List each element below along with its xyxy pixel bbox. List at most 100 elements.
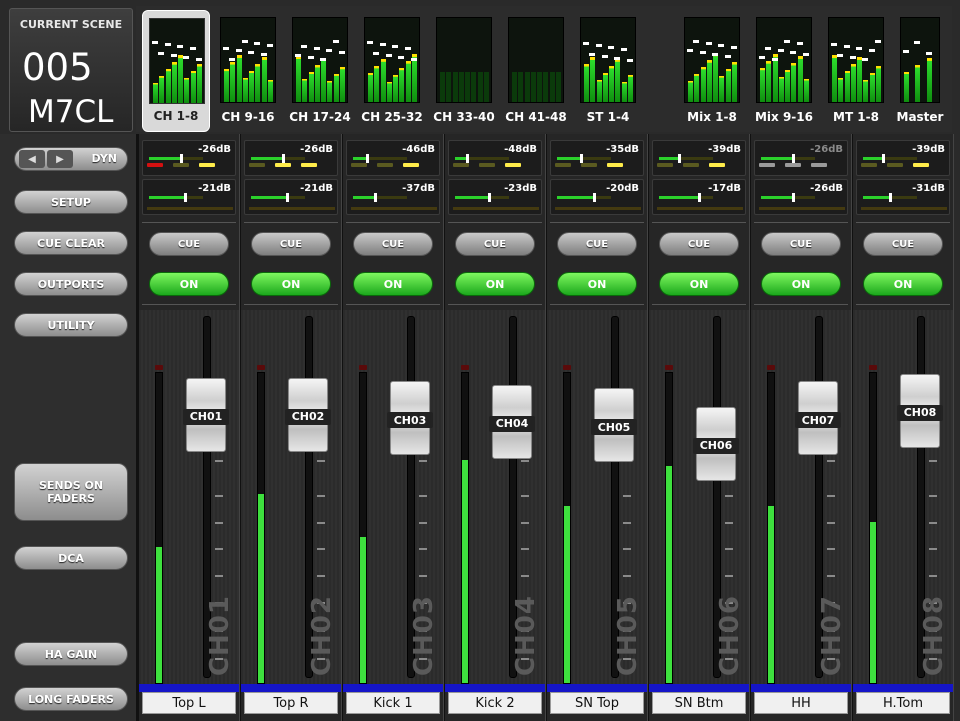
bank-button-10[interactable]: MT 1-8 (822, 10, 890, 132)
send-level-1[interactable]: -46dB (346, 140, 440, 176)
bank-fader-pip (385, 54, 392, 57)
long-faders-button[interactable]: LONG FADERS (14, 687, 128, 711)
cue-button[interactable]: CUE (251, 232, 331, 256)
channel-name[interactable]: Kick 2 (448, 692, 542, 714)
bank-meter-screen (684, 17, 740, 103)
cue-button[interactable]: CUE (149, 232, 229, 256)
level-meter (665, 365, 673, 684)
channel-on-button[interactable]: ON (557, 272, 637, 296)
bank-meter-bar (471, 72, 477, 102)
fader-knob[interactable]: CH06 (693, 406, 739, 481)
bank-button-11[interactable]: Master (894, 10, 946, 132)
fader-knob[interactable]: CH08 (897, 373, 943, 448)
send-level-2[interactable]: -37dB (346, 179, 440, 215)
send-row-indicator (759, 207, 845, 210)
bank-label: Mix 9-16 (754, 110, 813, 124)
send-level-readout: -37dB (402, 183, 435, 194)
fader-knob[interactable]: CH04 (489, 384, 535, 459)
cue-button[interactable]: CUE (557, 232, 637, 256)
bank-meter-bar (159, 76, 165, 103)
cue-button[interactable]: CUE (455, 232, 535, 256)
send-level-readout: -35dB (606, 144, 639, 155)
cue-button[interactable]: CUE (761, 232, 841, 256)
bank-label: CH 1-8 (153, 109, 199, 123)
outports-button[interactable]: OUTPORTS (14, 272, 128, 296)
bank-button-6[interactable]: CH 41-48 (502, 10, 570, 132)
sends-on-faders-button[interactable]: SENDS ON FADERS (14, 463, 128, 521)
cue-button[interactable]: CUE (863, 232, 943, 256)
cue-clear-button[interactable]: CUE CLEAR (14, 231, 128, 255)
dca-button[interactable]: DCA (14, 546, 128, 570)
channel-name[interactable]: H.Tom (856, 692, 950, 714)
send-row-indicator (351, 207, 437, 210)
dyn-button[interactable]: DYN (91, 152, 117, 165)
triangle-left-icon[interactable]: ◀ (19, 150, 45, 168)
bank-button-8[interactable]: Mix 1-8 (678, 10, 746, 132)
bank-fader-pip (379, 43, 386, 46)
send-level-fill (863, 157, 882, 160)
send-level-readout: -31dB (912, 183, 945, 194)
bank-fader-pip (404, 47, 411, 50)
send-level-1[interactable]: -26dB (142, 140, 236, 176)
bank-button-3[interactable]: CH 17-24 (286, 10, 354, 132)
bank-button-5[interactable]: CH 33-40 (430, 10, 498, 132)
fader-scale-tick (419, 460, 427, 462)
fader-knob[interactable]: CH07 (795, 381, 841, 456)
channel-name[interactable]: Top R (244, 692, 338, 714)
setup-button[interactable]: SETUP (14, 190, 128, 214)
fader-knob[interactable]: CH01 (183, 377, 229, 452)
current-scene-panel[interactable]: CURRENT SCENE 005 M7CL (9, 8, 133, 132)
channel-name[interactable]: HH (754, 692, 848, 714)
bank-button-1[interactable]: CH 1-8 (142, 10, 210, 132)
channel-on-button[interactable]: ON (251, 272, 331, 296)
channel-on-button[interactable]: ON (353, 272, 433, 296)
fader-scale-tick (725, 522, 733, 524)
bank-meter-bar (393, 75, 398, 102)
channel-name[interactable]: SN Top (550, 692, 644, 714)
channel-name[interactable]: Kick 1 (346, 692, 440, 714)
fader-scale-tick (623, 548, 631, 550)
fader-knob[interactable]: CH05 (591, 388, 637, 463)
bank-button-9[interactable]: Mix 9-16 (750, 10, 818, 132)
bank-fader-pip (195, 58, 202, 61)
bank-button-2[interactable]: CH 9-16 (214, 10, 282, 132)
send-level-2[interactable]: -21dB (142, 179, 236, 215)
channel-on-button[interactable]: ON (455, 272, 535, 296)
fader-knob[interactable]: CH02 (285, 377, 331, 452)
bank-label: CH 17-24 (289, 110, 351, 124)
send-level-fill (149, 157, 180, 160)
channel-on-button[interactable]: ON (659, 272, 739, 296)
channel-on-button[interactable]: ON (149, 272, 229, 296)
send-level-2[interactable]: -17dB (652, 179, 746, 215)
send-level-2[interactable]: -20dB (550, 179, 644, 215)
peak-indicator (563, 365, 571, 370)
send-level-2[interactable]: -26dB (754, 179, 848, 215)
bank-button-7[interactable]: ST 1-4 (574, 10, 642, 132)
send-level-1[interactable]: -26dB (244, 140, 338, 176)
send-level-1[interactable]: -39dB (856, 140, 950, 176)
ha-gain-button[interactable]: HA GAIN (14, 642, 128, 666)
channel-on-button[interactable]: ON (863, 272, 943, 296)
level-meter-fill (870, 521, 876, 683)
send-level-1[interactable]: -35dB (550, 140, 644, 176)
send-level-1[interactable]: -39dB (652, 140, 746, 176)
send-level-2[interactable]: -23dB (448, 179, 542, 215)
send-level-2[interactable]: -21dB (244, 179, 338, 215)
cue-button[interactable]: CUE (659, 232, 739, 256)
fader-knob[interactable]: CH03 (387, 381, 433, 456)
utility-button[interactable]: UTILITY (14, 313, 128, 337)
send-level-readout: -46dB (402, 144, 435, 155)
send-level-2[interactable]: -31dB (856, 179, 950, 215)
channel-name[interactable]: Top L (142, 692, 236, 714)
channel-on-button[interactable]: ON (761, 272, 841, 296)
bank-button-4[interactable]: CH 25-32 (358, 10, 426, 132)
channel-name[interactable]: SN Btm (652, 692, 746, 714)
fader-scale-tick (623, 575, 631, 577)
bank-fader-pip (223, 47, 229, 50)
triangle-right-icon[interactable]: ▶ (47, 150, 73, 168)
send-level-1[interactable]: -48dB (448, 140, 542, 176)
send-row-indicator (657, 207, 743, 210)
send-level-1[interactable]: -26dB (754, 140, 848, 176)
cue-button[interactable]: CUE (353, 232, 433, 256)
bank-fader-pip (802, 53, 809, 56)
